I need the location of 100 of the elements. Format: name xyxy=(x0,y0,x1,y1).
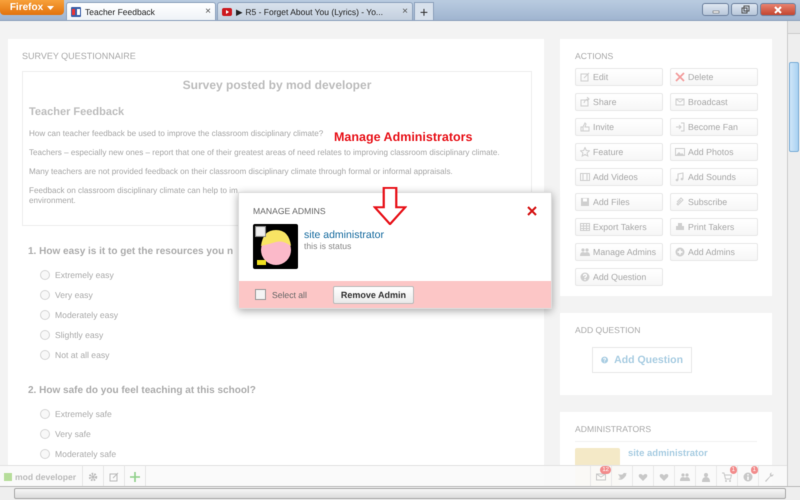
admin-name-link[interactable]: site administrator xyxy=(628,448,708,459)
site-favicon-icon xyxy=(71,6,81,16)
sign-in-icon xyxy=(675,122,685,132)
action-button[interactable]: Invite xyxy=(575,118,663,136)
survey-heading: Survey posted by mod developer xyxy=(182,78,372,92)
info-icon[interactable] xyxy=(743,472,753,482)
envelope-icon[interactable] xyxy=(596,472,606,482)
remove-admin-button[interactable]: Remove Admin xyxy=(332,286,414,304)
user-name[interactable]: mod developer xyxy=(15,472,76,482)
vertical-scrollbar[interactable] xyxy=(787,21,800,486)
action-button[interactable]: Manage Admins xyxy=(575,243,663,261)
action-button[interactable]: Become Fan xyxy=(670,118,758,136)
tab-close-button[interactable]: × xyxy=(205,6,211,17)
picture-icon xyxy=(675,147,685,157)
thumbs-up-icon xyxy=(580,122,590,132)
close-icon xyxy=(773,4,783,14)
option-label: Extremely safe xyxy=(55,409,112,419)
annotation-text: Manage Administrators xyxy=(334,130,472,144)
admin-name-link[interactable]: site administrator xyxy=(304,229,384,241)
option-label: Extremely easy xyxy=(55,270,114,280)
action-button[interactable]: Share xyxy=(575,93,663,111)
gear-icon[interactable] xyxy=(88,472,98,482)
pencil-icon xyxy=(580,72,590,82)
people-icon[interactable] xyxy=(680,472,690,482)
paragraph: How can teacher feedback be used to improve the classroom disciplinary climate? xyxy=(29,129,324,139)
paragraph: Many teachers are not provided feedback on their classroom disciplinary climate through formal or informal appraisals. xyxy=(29,167,453,177)
heart-icon[interactable] xyxy=(659,472,669,482)
panel-title: ACTIONS xyxy=(575,51,614,61)
restore-button[interactable] xyxy=(731,3,758,16)
radio-button[interactable] xyxy=(40,350,50,360)
radio-button[interactable] xyxy=(40,330,50,340)
close-icon[interactable] xyxy=(527,206,537,216)
film-icon xyxy=(580,172,590,182)
browser-tab[interactable]: Teacher Feedback × xyxy=(66,2,216,20)
action-button[interactable]: Print Takers xyxy=(670,218,758,236)
action-button[interactable]: Add Question xyxy=(575,268,663,286)
action-button[interactable]: Add Admins xyxy=(670,243,758,261)
section-title: SURVEY QUESTIONNAIRE xyxy=(22,51,137,61)
option-label: Very easy xyxy=(55,290,93,300)
admin-checkbox[interactable] xyxy=(255,226,266,237)
action-button[interactable]: Add Videos xyxy=(575,168,663,186)
printer-icon xyxy=(675,222,685,232)
action-button[interactable]: Broadcast xyxy=(670,93,758,111)
cart-icon[interactable] xyxy=(722,472,732,482)
close-button[interactable] xyxy=(760,3,796,16)
minimize-button[interactable] xyxy=(702,3,729,16)
share-icon xyxy=(580,97,590,107)
survey-title: Teacher Feedback xyxy=(29,106,126,118)
radio-button[interactable] xyxy=(40,270,50,280)
heart-icon[interactable] xyxy=(638,472,648,482)
browser-tab[interactable]: ▶ R5 - Forget About You (Lyrics) - Yo... × xyxy=(217,2,413,20)
radio-button[interactable] xyxy=(40,409,50,419)
cross-icon xyxy=(675,72,685,82)
action-button[interactable]: Feature xyxy=(575,143,663,161)
action-button[interactable]: Delete xyxy=(670,68,758,86)
bird-icon[interactable] xyxy=(617,472,627,482)
action-button[interactable]: Subscribe xyxy=(670,193,758,211)
add-question-button[interactable]: Add Question xyxy=(592,347,692,373)
new-tab-button[interactable]: + xyxy=(414,2,434,20)
option-label: Moderately easy xyxy=(55,310,118,320)
radio-button[interactable] xyxy=(40,429,50,439)
plus-icon[interactable] xyxy=(130,472,140,482)
radio-button[interactable] xyxy=(40,449,50,459)
option-label: Very safe xyxy=(55,429,91,439)
question-text: 1. How easy is it to get the resources you n xyxy=(28,246,234,257)
tab-title: ▶ R5 - Forget About You (Lyrics) - Yo... xyxy=(236,6,384,16)
firefox-menu-button[interactable]: Firefox xyxy=(0,0,64,15)
select-all-checkbox[interactable] xyxy=(255,289,266,300)
pencil-icon[interactable] xyxy=(109,472,120,482)
plus-circle-icon xyxy=(675,247,685,257)
caret-icon xyxy=(47,6,54,10)
action-button[interactable]: Add Files xyxy=(575,193,663,211)
action-button[interactable]: Add Photos xyxy=(670,143,758,161)
paperclip-icon xyxy=(675,197,685,207)
paragraph: Teachers – especially new ones – report that one of their greatest areas of need relates to improving classroom disciplinary climate. xyxy=(29,148,500,158)
option-label: Not at all easy xyxy=(55,350,110,360)
question-circle-icon xyxy=(580,272,590,282)
horizontal-scrollbar[interactable] xyxy=(0,486,800,500)
envelope-icon xyxy=(675,97,685,107)
restore-icon xyxy=(740,4,750,14)
music-note-icon xyxy=(675,172,685,182)
action-button[interactable]: Add Sounds xyxy=(670,168,758,186)
wrench-icon[interactable] xyxy=(764,472,774,482)
option-label: Slightly easy xyxy=(55,330,104,340)
table-icon xyxy=(580,222,590,232)
cartoon-avatar-image xyxy=(253,224,298,269)
question-text: 2. How safe do you feel teaching at this school? xyxy=(28,385,256,396)
admin-status: this is status xyxy=(304,241,352,251)
tab-close-button[interactable]: × xyxy=(402,6,408,17)
radio-button[interactable] xyxy=(40,310,50,320)
select-all-label: Select all xyxy=(272,290,307,300)
action-button[interactable]: Edit xyxy=(575,68,663,86)
option-label: Moderately safe xyxy=(55,449,116,459)
panel-title: ADD QUESTION xyxy=(575,325,642,335)
action-button[interactable]: Export Takers xyxy=(575,218,663,236)
panel-title: ADMINISTRATORS xyxy=(575,424,652,434)
person-icon[interactable] xyxy=(701,472,711,482)
people-icon xyxy=(580,247,590,257)
video-play-icon xyxy=(222,6,232,16)
radio-button[interactable] xyxy=(40,290,50,300)
